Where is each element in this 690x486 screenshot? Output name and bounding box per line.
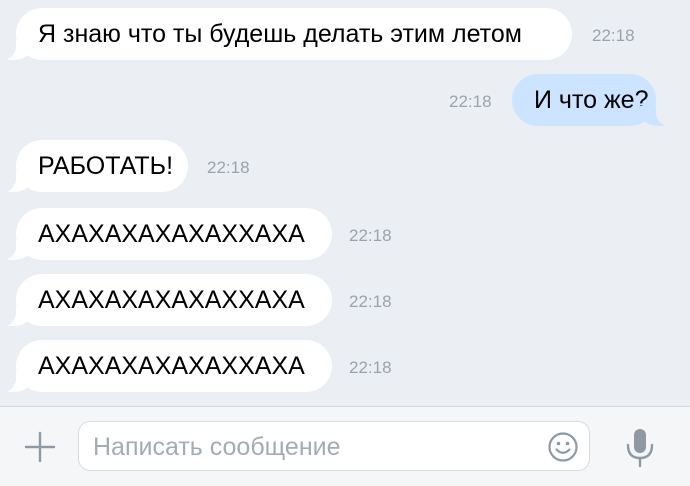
message-list: Я знаю что ты будешь делать этим летом 2…	[0, 0, 690, 406]
incoming-message-bubble[interactable]: АХАХАХАХАХАХХАХА	[0, 208, 332, 261]
message-time: 22:18	[449, 92, 492, 111]
message-text: АХАХАХАХАХАХХАХА	[38, 220, 305, 248]
message-time: 22:18	[592, 26, 635, 45]
message-input-box	[78, 421, 590, 472]
message-text: АХАХАХАХАХАХХАХА	[38, 286, 305, 314]
microphone-icon[interactable]	[622, 427, 658, 469]
message-time: 22:18	[349, 358, 392, 377]
message-row: Я знаю что ты будешь делать этим летом 2…	[0, 8, 690, 64]
plus-icon[interactable]	[22, 429, 58, 465]
message-text: РАБОТАТЬ!	[38, 152, 174, 180]
message-time: 22:18	[207, 158, 250, 177]
message-row: РАБОТАТЬ! 22:18	[0, 140, 690, 196]
message-row: АХАХАХАХАХАХХАХА 22:18	[0, 208, 690, 264]
message-row: АХАХАХАХАХАХХАХА 22:18	[0, 274, 690, 330]
message-text: И что же?	[534, 86, 649, 114]
message-row: 22:18 И что же?	[0, 74, 690, 130]
incoming-message-bubble[interactable]: РАБОТАТЬ!	[0, 140, 188, 193]
message-composer	[0, 406, 690, 486]
incoming-message-bubble[interactable]: АХАХАХАХАХАХХАХА	[0, 274, 332, 327]
incoming-message-bubble[interactable]: АХАХАХАХАХАХХАХА	[0, 340, 332, 393]
incoming-message-bubble[interactable]: Я знаю что ты будешь делать этим летом	[0, 8, 572, 61]
message-row: АХАХАХАХАХАХХАХА 22:18	[0, 340, 690, 396]
outgoing-message-bubble[interactable]: И что же?	[512, 74, 678, 127]
message-text: Я знаю что ты будешь делать этим летом	[38, 20, 522, 48]
message-time: 22:18	[349, 226, 392, 245]
smile-icon[interactable]	[547, 431, 579, 463]
message-input[interactable]	[91, 422, 535, 472]
message-text: АХАХАХАХАХАХХАХА	[38, 352, 305, 380]
message-time: 22:18	[349, 292, 392, 311]
